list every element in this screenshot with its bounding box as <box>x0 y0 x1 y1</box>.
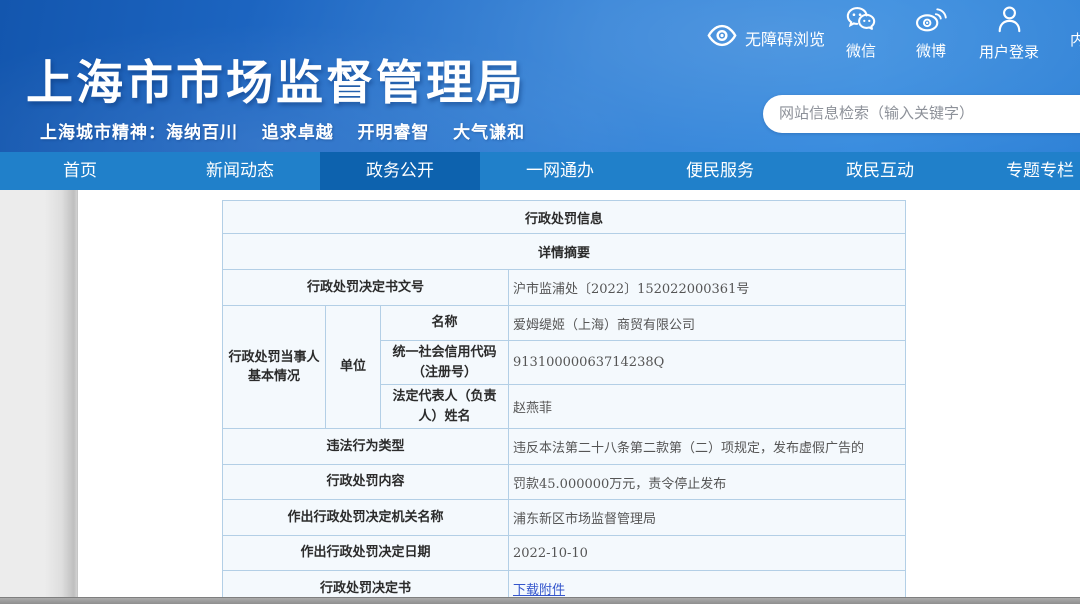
credit-code-label: 统一社会信用代码（注册号） <box>381 341 509 385</box>
doc-no-label: 行政处罚决定书文号 <box>223 270 509 306</box>
nav-item-gov-disclosure[interactable]: 政务公开 <box>320 152 480 190</box>
topbar-clipped-item[interactable]: 内 <box>1070 29 1080 50</box>
party-group-label: 行政处罚当事人基本情况 <box>223 306 326 429</box>
violation-type-label: 违法行为类型 <box>223 429 509 465</box>
table-title: 行政处罚信息 <box>223 201 906 234</box>
table-row: 违法行为类型 违反本法第二十八条第二款第（二）项规定，发布虚假广告的 <box>223 429 906 465</box>
weibo-button[interactable]: 微博 <box>906 5 956 61</box>
nav-item-news[interactable]: 新闻动态 <box>160 152 320 190</box>
penalty-info-table: 行政处罚信息 详情摘要 行政处罚决定书文号 沪市监浦处〔2022〕1520220… <box>222 200 906 604</box>
horizontal-scrollbar[interactable] <box>0 597 1080 604</box>
search-input[interactable] <box>779 95 1080 131</box>
table-row: 行政处罚当事人基本情况 单位 名称 爱姆缇姬（上海）商贸有限公司 <box>223 306 906 341</box>
table-row: 行政处罚决定书文号 沪市监浦处〔2022〕152022000361号 <box>223 270 906 306</box>
table-row: 作出行政处罚决定机关名称 浦东新区市场监督管理局 <box>223 500 906 536</box>
weibo-icon <box>915 5 948 37</box>
content-area: 行政处罚信息 详情摘要 行政处罚决定书文号 沪市监浦处〔2022〕1520220… <box>0 190 1080 597</box>
name-value: 爱姆缇姬（上海）商贸有限公司 <box>509 306 906 341</box>
eye-icon <box>706 24 738 52</box>
wechat-label: 微信 <box>846 40 876 61</box>
site-header: 无障碍浏览 微信 <box>0 0 1080 152</box>
decision-date-value: 2022-10-10 <box>509 536 906 571</box>
site-slogan: 上海城市精神：海纳百川 追求卓越 开明睿智 大气谦和 <box>40 118 525 143</box>
decision-date-label: 作出行政处罚决定日期 <box>223 536 509 571</box>
nav-item-online-services[interactable]: 一网通办 <box>480 152 640 190</box>
nav-item-home[interactable]: 首页 <box>0 152 160 190</box>
table-row: 行政处罚内容 罚款45.000000万元，责令停止发布 <box>223 465 906 500</box>
user-login-label: 用户登录 <box>979 41 1039 62</box>
topbar-clipped-label: 内 <box>1070 32 1080 49</box>
penalty-content-value: 罚款45.000000万元，责令停止发布 <box>509 465 906 500</box>
name-label: 名称 <box>381 306 509 341</box>
main-nav: 首页 新闻动态 政务公开 一网通办 便民服务 政民互动 专题专栏 <box>0 152 1080 190</box>
user-icon <box>996 5 1023 38</box>
nav-item-public-services[interactable]: 便民服务 <box>640 152 800 190</box>
accessibility-button[interactable]: 无障碍浏览 <box>706 24 825 52</box>
accessibility-label: 无障碍浏览 <box>745 26 825 50</box>
site-title: 上海市市场监督管理局 <box>26 44 526 113</box>
nav-item-special-topics[interactable]: 专题专栏 <box>960 152 1080 190</box>
user-login-button[interactable]: 用户登录 <box>978 5 1040 62</box>
weibo-label: 微博 <box>916 40 946 61</box>
nav-item-interaction[interactable]: 政民互动 <box>800 152 960 190</box>
page: 无障碍浏览 微信 <box>0 0 1080 604</box>
table-subtitle: 详情摘要 <box>223 234 906 270</box>
download-attachment-link[interactable]: 下载附件 <box>513 583 565 598</box>
left-gutter <box>0 190 78 597</box>
authority-label: 作出行政处罚决定机关名称 <box>223 500 509 536</box>
credit-code-value: 91310000063714238Q <box>509 341 906 385</box>
doc-no-value: 沪市监浦处〔2022〕152022000361号 <box>509 270 906 306</box>
violation-type-value: 违反本法第二十八条第二款第（二）项规定，发布虚假广告的 <box>509 429 906 465</box>
party-type-label: 单位 <box>326 306 381 429</box>
wechat-button[interactable]: 微信 <box>836 5 886 61</box>
legal-rep-label: 法定代表人（负责人）姓名 <box>381 385 509 429</box>
site-search <box>763 95 1080 133</box>
table-row: 作出行政处罚决定日期 2022-10-10 <box>223 536 906 571</box>
wechat-icon <box>845 5 877 37</box>
penalty-content-label: 行政处罚内容 <box>223 465 509 500</box>
legal-rep-value: 赵燕菲 <box>509 385 906 429</box>
authority-value: 浦东新区市场监督管理局 <box>509 500 906 536</box>
